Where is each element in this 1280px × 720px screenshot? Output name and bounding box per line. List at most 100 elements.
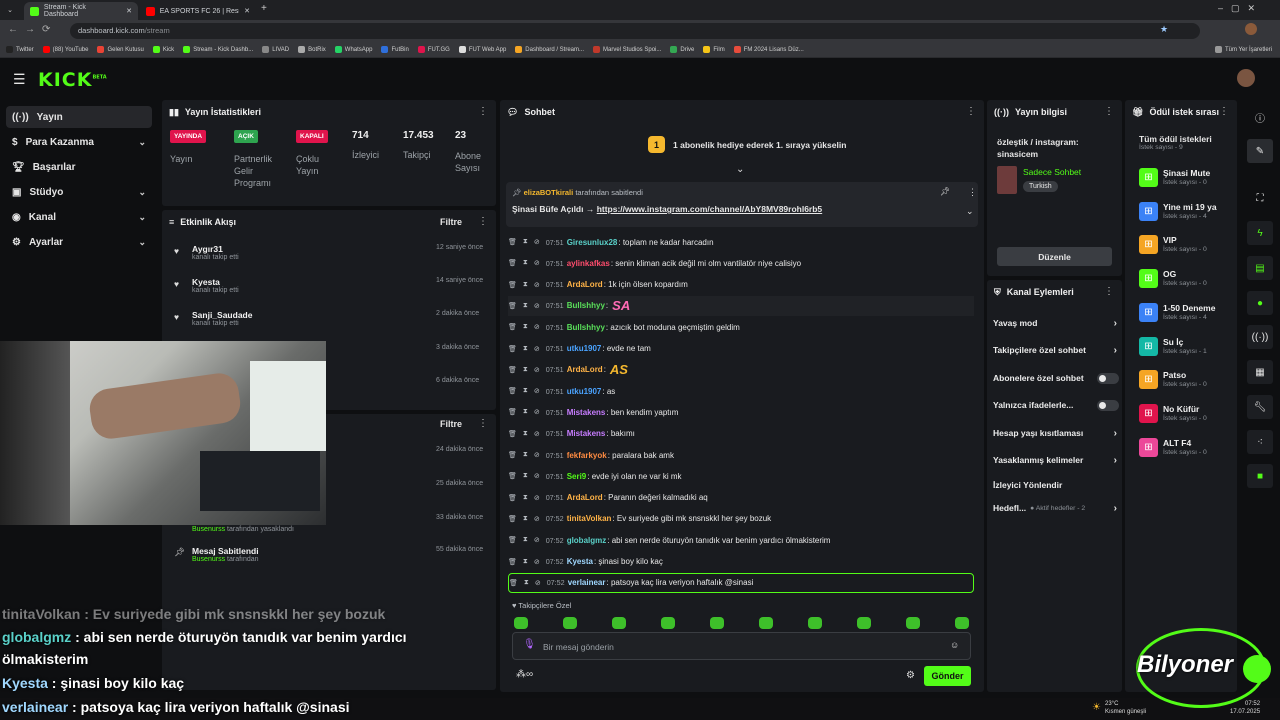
chat-username[interactable]: Mistakens <box>567 408 606 417</box>
timeout-icon[interactable]: ⧗ <box>523 536 528 544</box>
emote-button[interactable] <box>563 617 577 629</box>
nav-item-yayin[interactable]: ((·)) Yayın <box>6 106 152 128</box>
reward-item[interactable]: ⊞ 1-50 Deneme İstek sayısı - 4 <box>1139 302 1215 322</box>
chat-username[interactable]: ArdaLord <box>567 365 603 374</box>
chat-message[interactable]: 🗑︎ ⧗ ⊘ 07:51 Bullshhyy: SA <box>508 295 974 316</box>
emote-button[interactable] <box>857 617 871 629</box>
tab-kick-dashboard[interactable]: Stream - Kick Dashboard ✕ <box>24 2 138 20</box>
all-rewards[interactable]: Tüm ödül istekleri İstek sayısı - 9 <box>1139 134 1212 151</box>
emote-button[interactable] <box>808 617 822 629</box>
nav-buttons[interactable]: ←→⟳ <box>8 24 57 35</box>
reward-item[interactable]: ⊞ OG İstek sayısı - 0 <box>1139 269 1207 289</box>
category-link[interactable]: Sadece Sohbet <box>1023 167 1081 177</box>
chat-username[interactable]: tinitaVolkan <box>567 514 612 523</box>
timeout-icon[interactable]: ⧗ <box>523 430 528 438</box>
chat-username[interactable]: globalgmz <box>567 536 607 545</box>
delete-icon[interactable]: 🗑︎ <box>508 472 517 480</box>
bookmark[interactable]: BotRix <box>298 46 326 53</box>
timeout-icon[interactable]: ⧗ <box>523 408 528 416</box>
ban-icon[interactable]: ⊘ <box>534 472 540 480</box>
reward-item[interactable]: ⊞ VIP İstek sayısı - 0 <box>1139 235 1207 255</box>
chat-username[interactable]: Giresunlux28 <box>567 238 618 247</box>
printer-icon[interactable]: ▦ <box>1247 360 1273 384</box>
delete-icon[interactable]: 🗑︎ <box>509 579 518 587</box>
chat-username[interactable]: utku1907 <box>567 387 602 396</box>
tab-search-icon[interactable]: ⌄ <box>5 5 15 15</box>
action-emotes-only[interactable]: Yalnızca ifadelerle... <box>993 400 1119 411</box>
ban-icon[interactable]: ⊘ <box>534 515 540 523</box>
bookmark[interactable]: FUT Web App <box>458 46 506 53</box>
bolt-icon[interactable]: ϟ <box>1247 221 1273 245</box>
chat-username[interactable]: Mistakens <box>567 429 606 438</box>
more-icon[interactable]: ⋮ <box>1104 106 1114 117</box>
more-icon[interactable]: ⋮ <box>478 418 488 429</box>
info-icon[interactable]: ⓘ <box>1247 105 1273 129</box>
bookmark[interactable]: FutBin <box>381 46 409 53</box>
ban-icon[interactable]: ⊘ <box>534 238 540 246</box>
bits-icon[interactable]: ⁂∞ <box>516 669 533 680</box>
chat-username[interactable]: utku1907 <box>567 344 602 353</box>
plugin-icon[interactable]: ■ <box>1247 464 1273 488</box>
more-icon[interactable]: ⋮ <box>478 216 488 227</box>
bookmark[interactable]: FM 2024 Lisans Düz... <box>733 46 804 53</box>
more-icon[interactable]: ⋮ <box>1219 106 1229 117</box>
emote-button[interactable] <box>906 617 920 629</box>
bookmark[interactable]: FUT.GG <box>417 46 450 53</box>
ban-icon[interactable]: ⊘ <box>534 302 540 310</box>
delete-icon[interactable]: 🗑︎ <box>508 387 517 395</box>
action-raid[interactable]: İzleyici Yönlendir <box>993 480 1113 490</box>
nav-item-basarilar[interactable]: 🏆︎ Başarılar <box>6 156 152 178</box>
reward-item[interactable]: ⊞ Su İç İstek sayısı - 1 <box>1139 336 1207 356</box>
timeout-icon[interactable]: ⧗ <box>523 558 528 566</box>
chat-message[interactable]: 🗑︎ ⧗ ⊘ 07:51 utku1907: as <box>508 381 974 401</box>
emote-button[interactable] <box>514 617 528 629</box>
send-button[interactable]: Gönder <box>924 666 971 686</box>
bookmark[interactable]: Film <box>703 46 725 53</box>
chat-message[interactable]: 🗑︎ ⧗ ⊘ 07:51 aylinkafkas: senin kliman acik … <box>508 253 974 273</box>
ban-icon[interactable]: ⊘ <box>534 536 540 544</box>
chat-username[interactable]: Bullshhyy <box>567 323 605 332</box>
chat-message[interactable]: 🗑︎ ⧗ ⊘ 07:51 ArdaLord: Paranın değeri kalmad… <box>508 488 974 508</box>
more-icon[interactable]: ⋮ <box>966 106 976 117</box>
reward-item[interactable]: ⊞ ALT F4 İstek sayısı - 0 <box>1139 437 1207 457</box>
timeout-icon[interactable]: ⧗ <box>523 387 528 395</box>
chat-message[interactable]: 🗑︎ ⧗ ⊘ 07:51 Bullshhyy: azıcık bot moduna ge… <box>508 317 974 337</box>
timeout-icon[interactable]: ⧗ <box>523 323 528 331</box>
filter-button[interactable]: Filtre <box>440 419 462 429</box>
chat-username[interactable]: Bullshhyy <box>567 301 605 310</box>
nav-item-ayarlar[interactable]: ⚙ Ayarlar ⌄ <box>6 231 152 253</box>
wrench-icon[interactable]: 🔧︎ <box>1247 395 1273 419</box>
bookmark[interactable]: Twitter <box>6 46 34 53</box>
ban-icon[interactable]: ⊘ <box>534 408 540 416</box>
nav-item-studyo[interactable]: ▣ Stüdyo ⌄ <box>6 181 152 203</box>
edit-button[interactable]: Düzenle <box>997 247 1112 266</box>
star-icon[interactable]: ★ <box>1160 24 1168 35</box>
bookmark[interactable]: (88) YouTube <box>42 46 88 53</box>
delete-icon[interactable]: 🗑︎ <box>508 430 517 438</box>
delete-icon[interactable]: 🗑︎ <box>508 323 517 331</box>
url-field[interactable]: dashboard.kick.com/stream <box>70 23 1200 39</box>
all-bookmarks[interactable]: Tüm Yer İşaretleri <box>1214 46 1272 53</box>
timeout-icon[interactable]: ⧗ <box>523 281 528 289</box>
chat-username[interactable]: ArdaLord <box>567 493 603 502</box>
chat-username[interactable]: Kyesta <box>567 557 593 566</box>
ban-icon[interactable]: ⊘ <box>534 259 540 267</box>
ban-icon[interactable]: ⊘ <box>534 281 540 289</box>
action-subs-only[interactable]: Abonelere özel sohbet <box>993 373 1119 384</box>
pencil-icon[interactable]: ✎ <box>1247 139 1273 163</box>
delete-icon[interactable]: 🗑︎ <box>508 515 517 523</box>
ban-icon[interactable]: ⊘ <box>535 579 541 587</box>
action-account-age[interactable]: Hesap yaşı kısıtlaması › <box>993 428 1117 439</box>
chat-input[interactable]: 🎙︎ Bir mesaj gönderin ☺ <box>512 632 971 660</box>
chat-bubble-icon[interactable]: ● <box>1247 291 1273 315</box>
more-icon[interactable]: ⋮ <box>1104 286 1114 297</box>
ban-icon[interactable]: ⊘ <box>534 494 540 502</box>
ban-icon[interactable]: ⊘ <box>534 345 540 353</box>
menu-icon[interactable]: ☰ <box>13 71 26 88</box>
reward-item[interactable]: ⊞ Patso İstek sayısı - 0 <box>1139 370 1207 390</box>
bookmark[interactable]: Kick <box>152 46 174 53</box>
delete-icon[interactable]: 🗑︎ <box>508 494 517 502</box>
chat-message[interactable]: 🗑︎ ⧗ ⊘ 07:51 utku1907: evde ne tam <box>508 339 974 359</box>
profile-avatar[interactable] <box>1245 23 1257 35</box>
more-icon[interactable]: ⋮ <box>478 106 488 117</box>
